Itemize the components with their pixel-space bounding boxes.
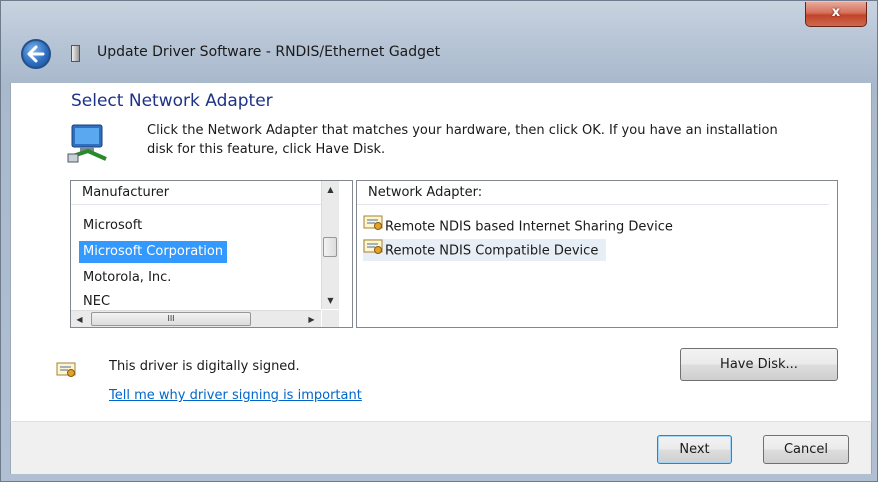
- next-button[interactable]: Next: [657, 435, 732, 464]
- device-icon: [71, 45, 80, 62]
- adapter-item-label: Remote NDIS Compatible Device: [385, 243, 599, 259]
- adapter-item-highlighted[interactable]: Remote NDIS Compatible Device: [363, 239, 607, 263]
- vertical-scrollbar[interactable]: ▲ ▼: [321, 181, 339, 309]
- certificate-icon: [363, 215, 383, 239]
- network-adapter-header: Network Adapter:: [357, 181, 829, 205]
- close-button[interactable]: x: [805, 2, 867, 27]
- back-arrow-icon: [27, 45, 45, 63]
- scrollbar-corner: [322, 310, 339, 327]
- adapter-item-label: Remote NDIS based Internet Sharing Devic…: [385, 219, 673, 235]
- horizontal-scroll-thumb[interactable]: III: [91, 312, 251, 326]
- scroll-left-icon[interactable]: ◀: [71, 311, 88, 327]
- manufacturer-item[interactable]: Microsoft: [79, 215, 146, 237]
- scroll-right-icon[interactable]: ▶: [303, 311, 320, 327]
- instructions-text: Click the Network Adapter that matches y…: [147, 123, 778, 157]
- signed-certificate-icon: [56, 362, 76, 377]
- horizontal-scrollbar[interactable]: ◀ III ▶: [71, 310, 321, 327]
- manufacturer-item[interactable]: Motorola, Inc.: [79, 267, 175, 289]
- window-frame: x Update Driver Software - RNDIS/Etherne…: [0, 0, 878, 482]
- cancel-button[interactable]: Cancel: [763, 435, 849, 464]
- window-title: Update Driver Software - RNDIS/Ethernet …: [97, 44, 441, 60]
- vertical-scroll-thumb[interactable]: [323, 237, 337, 257]
- adapter-item[interactable]: Remote NDIS based Internet Sharing Devic…: [363, 215, 681, 237]
- manufacturer-item-selected[interactable]: Microsoft Corporation: [79, 241, 228, 263]
- manufacturer-list[interactable]: Manufacturer Microsoft Microsoft Corpora…: [70, 180, 353, 328]
- content-pane: Select Network Adapter Click the Network…: [10, 83, 872, 421]
- scroll-up-icon[interactable]: ▲: [322, 181, 339, 198]
- scroll-down-icon[interactable]: ▼: [322, 292, 339, 309]
- driver-signing-link[interactable]: Tell me why driver signing is important: [109, 388, 362, 403]
- network-adapter-icon: [67, 124, 107, 163]
- back-button[interactable]: [21, 39, 51, 69]
- button-bar: Next Cancel: [10, 421, 872, 474]
- certificate-icon: [363, 239, 383, 263]
- network-adapter-list[interactable]: Network Adapter: Remote NDIS based Inter…: [356, 180, 838, 328]
- manufacturer-header: Manufacturer: [71, 181, 321, 205]
- driver-signed-status: This driver is digitally signed.: [109, 359, 300, 374]
- page-heading: Select Network Adapter: [71, 91, 273, 111]
- have-disk-button[interactable]: Have Disk...: [680, 348, 838, 381]
